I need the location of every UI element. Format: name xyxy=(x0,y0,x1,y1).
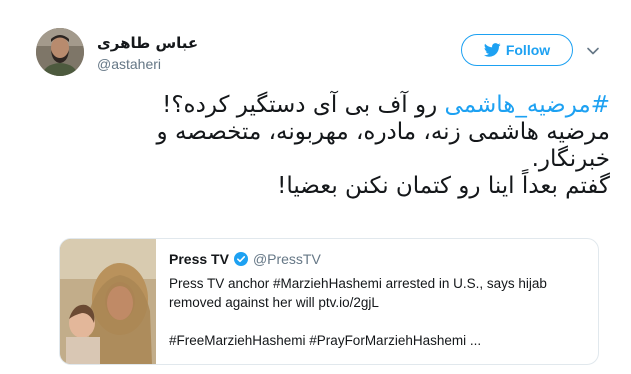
tweet-line-1: #مرضیه_هاشمی رو آف بی آی دستگیر کرده؟! xyxy=(60,92,610,119)
tweet-hashtag[interactable]: #مرضیه_هاشمی xyxy=(445,92,610,118)
tweet-line-3: خبرنگار. xyxy=(531,146,610,172)
quoted-tweet-text: Press TV anchor #MarziehHashemi arrested… xyxy=(169,276,547,348)
verified-badge-icon xyxy=(233,252,248,266)
author-name[interactable]: عباس طاهری xyxy=(97,34,198,52)
quoted-tweet[interactable]: Press TV @PressTV Press TV anchor #Marzi… xyxy=(59,238,599,365)
quoted-tweet-header: Press TV @PressTV xyxy=(169,250,588,268)
tweet-line-1-text: رو آف بی آی دستگیر کرده؟! xyxy=(162,92,445,118)
photo-thumbnail[interactable] xyxy=(60,239,156,364)
tweet-line-4: گفتم بعداً اینا رو کتمان نکنن بعضیا! xyxy=(277,173,610,199)
quoted-tweet-body: Press TV @PressTV Press TV anchor #Marzi… xyxy=(169,250,588,350)
tweet-line-2: مرضیه هاشمی زنه، مادره، مهربونه، متخصصه … xyxy=(156,119,610,145)
tweet-text: #مرضیه_هاشمی رو آف بی آی دستگیر کرده؟! م… xyxy=(60,92,610,200)
quoted-author-name[interactable]: Press TV xyxy=(169,251,229,267)
author-handle[interactable]: @astaheri xyxy=(97,56,161,72)
author-avatar[interactable] xyxy=(36,28,84,76)
follow-label: Follow xyxy=(505,42,551,58)
follow-button[interactable]: Follow xyxy=(461,34,573,66)
twitter-bird-icon xyxy=(483,43,501,57)
chevron-down-icon[interactable] xyxy=(586,44,600,58)
tweet-card: عباس طاهری @astaheri Follow #مرضیه_هاشمی… xyxy=(0,0,631,374)
quoted-author-handle[interactable]: @PressTV xyxy=(253,251,321,267)
